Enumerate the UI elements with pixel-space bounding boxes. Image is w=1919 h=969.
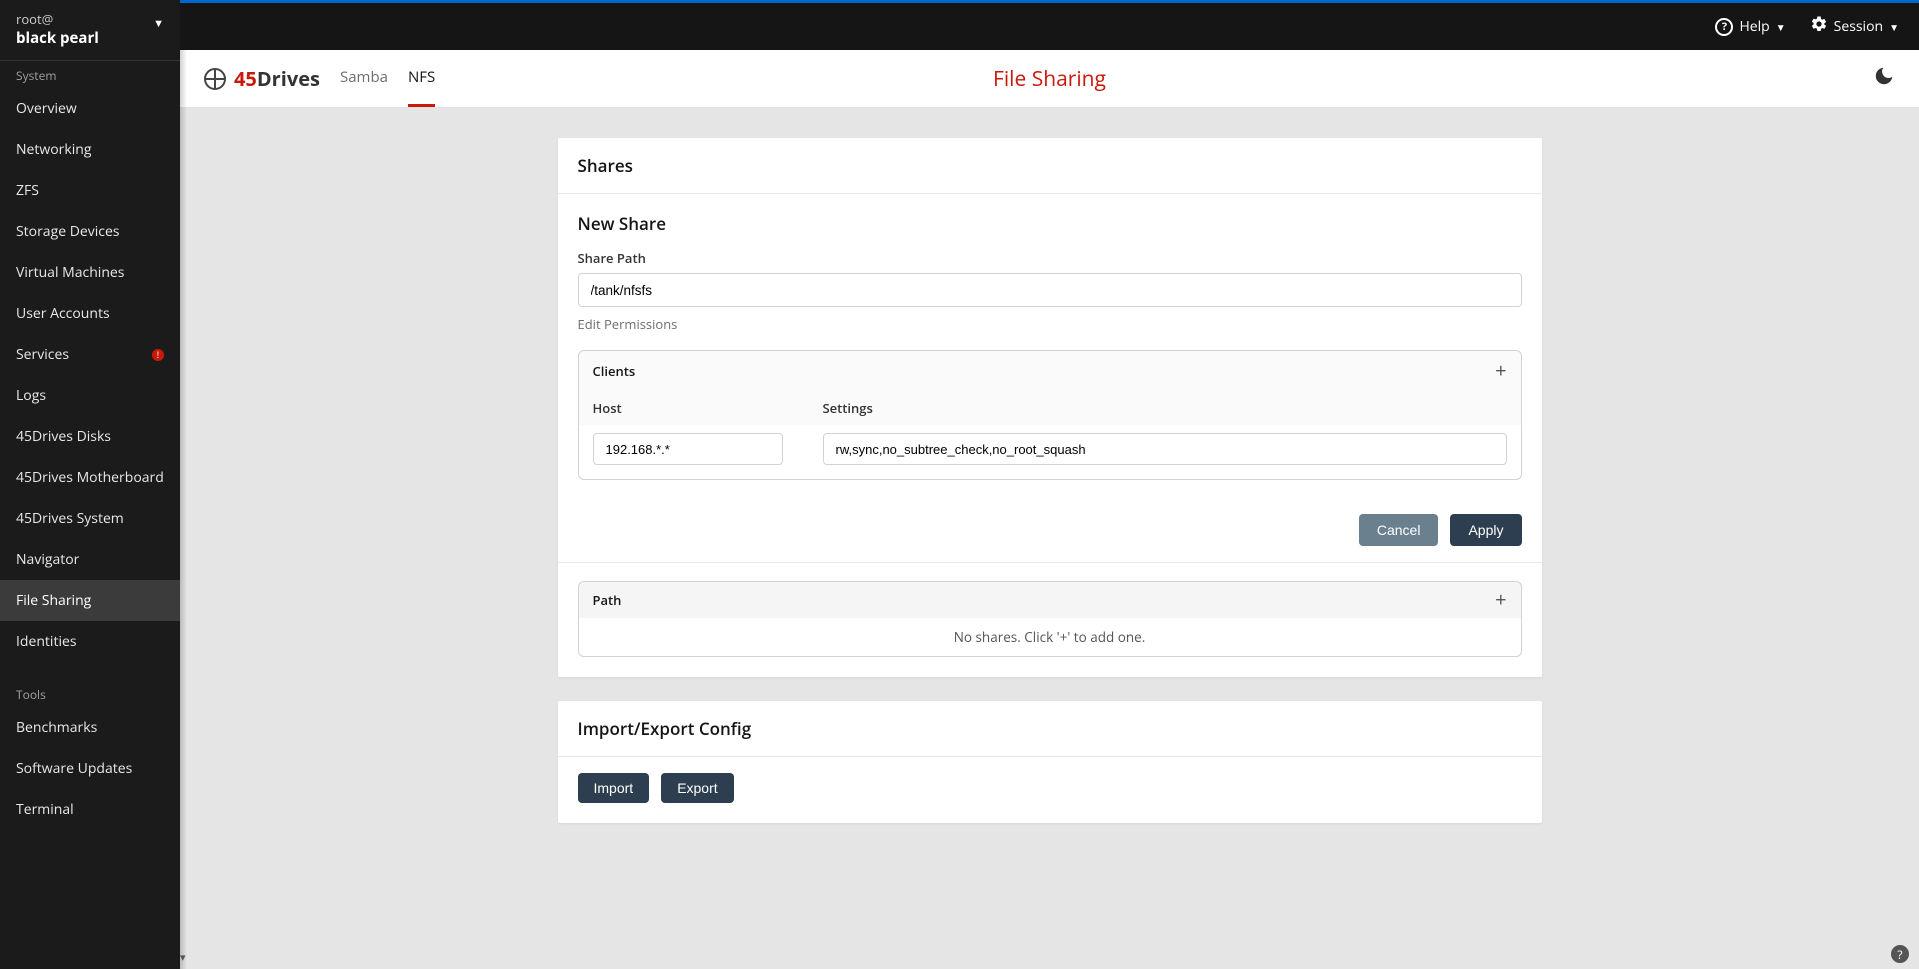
nav-section-tools: Tools — [0, 680, 180, 707]
edit-permissions-link[interactable]: Edit Permissions — [578, 315, 678, 333]
sidebar-item-networking[interactable]: Networking — [0, 129, 180, 170]
sidebar-item-logs[interactable]: Logs — [0, 375, 180, 416]
sidebar-item-benchmarks[interactable]: Benchmarks — [0, 707, 180, 748]
host-name: black pearl — [16, 28, 99, 48]
sub-tabs: Samba NFS — [340, 50, 435, 107]
brand-logo-icon — [204, 68, 226, 90]
sidebar-item-navigator[interactable]: Navigator — [0, 539, 180, 580]
sidebar-item-45drives-motherboard[interactable]: 45Drives Motherboard — [0, 457, 180, 498]
sidebar-item-file-sharing[interactable]: File Sharing — [0, 580, 180, 621]
caret-down-icon: ▼ — [153, 16, 164, 31]
sidebar-item-services[interactable]: Services ! — [0, 334, 180, 375]
sub-header: 45Drives Samba NFS File Sharing — [180, 50, 1919, 108]
brand-text: 45Drives — [234, 65, 320, 92]
content: 45Drives Samba NFS File Sharing Shares N… — [180, 50, 1919, 969]
add-share-button[interactable]: + — [1495, 590, 1506, 610]
shares-table: Path + No shares. Click '+' to add one. — [578, 581, 1522, 657]
tab-nfs[interactable]: NFS — [408, 50, 435, 107]
help-fab[interactable]: ? — [1891, 945, 1909, 963]
sidebar-item-terminal[interactable]: Terminal — [0, 789, 180, 830]
client-host-input[interactable] — [593, 433, 783, 465]
new-share-title: New Share — [578, 212, 1522, 235]
shares-empty-message: No shares. Click '+' to add one. — [579, 618, 1521, 656]
cancel-button[interactable]: Cancel — [1359, 514, 1439, 546]
help-icon: ? — [1715, 18, 1733, 36]
page-title: File Sharing — [993, 65, 1106, 93]
sidebar-item-virtual-machines[interactable]: Virtual Machines — [0, 252, 180, 293]
moon-icon — [1873, 65, 1895, 87]
topbar: ? Help ▼ Session ▼ — [180, 0, 1919, 50]
shares-card: Shares New Share Share Path Edit Permiss… — [558, 138, 1542, 677]
import-export-card: Import/Export Config Import Export — [558, 701, 1542, 823]
host-user: root@ — [16, 10, 99, 28]
brand: 45Drives — [204, 65, 320, 92]
share-path-input[interactable] — [578, 273, 1522, 307]
export-button[interactable]: Export — [661, 773, 733, 803]
gear-icon — [1810, 15, 1828, 38]
clients-label: Clients — [593, 362, 636, 380]
sidebar-item-user-accounts[interactable]: User Accounts — [0, 293, 180, 334]
sidebar-item-overview[interactable]: Overview — [0, 88, 180, 129]
apply-button[interactable]: Apply — [1450, 514, 1521, 546]
help-menu[interactable]: ? Help ▼ — [1715, 17, 1785, 36]
settings-column-header: Settings — [823, 399, 1507, 417]
session-menu[interactable]: Session ▼ — [1810, 15, 1899, 38]
clients-box: Clients + Host Settings — [578, 350, 1522, 480]
share-path-label: Share Path — [578, 249, 1522, 267]
caret-down-icon: ▼ — [1776, 20, 1786, 34]
sidebar-item-zfs[interactable]: ZFS — [0, 170, 180, 211]
client-settings-input[interactable] — [823, 433, 1507, 465]
tab-samba[interactable]: Samba — [340, 50, 388, 107]
host-column-header: Host — [593, 399, 823, 417]
import-button[interactable]: Import — [578, 773, 650, 803]
sidebar-item-software-updates[interactable]: Software Updates — [0, 748, 180, 789]
add-client-button[interactable]: + — [1495, 361, 1506, 381]
sidebar-item-identities[interactable]: Identities — [0, 621, 180, 662]
sidebar-item-storage-devices[interactable]: Storage Devices — [0, 211, 180, 252]
caret-down-icon: ▼ — [1889, 20, 1899, 34]
shares-card-title: Shares — [558, 138, 1542, 193]
theme-toggle[interactable] — [1873, 65, 1895, 93]
alert-icon: ! — [152, 349, 164, 361]
path-column-header: Path — [593, 591, 622, 609]
sidebar: root@ black pearl ▼ System Overview Netw… — [0, 0, 180, 969]
host-switcher[interactable]: root@ black pearl ▼ — [0, 0, 180, 61]
nav-section-system: System — [0, 61, 180, 88]
sidebar-item-45drives-system[interactable]: 45Drives System — [0, 498, 180, 539]
sidebar-item-45drives-disks[interactable]: 45Drives Disks — [0, 416, 180, 457]
import-export-title: Import/Export Config — [558, 701, 1542, 756]
